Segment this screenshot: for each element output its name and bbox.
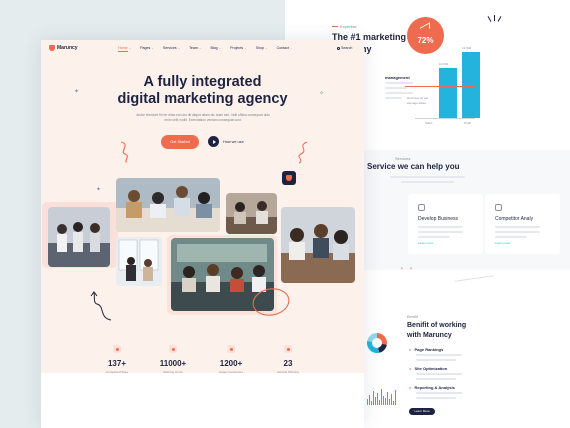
- nav-item-pages[interactable]: Pages⌄: [140, 46, 154, 50]
- front-page-preview: Maruncy Home⌄ Pages⌄ Services⌄ Team⌄ Blo…: [41, 40, 364, 428]
- hero-title: A fully integrated digital marketing age…: [117, 74, 288, 107]
- team-photo-laptop: [226, 193, 277, 234]
- watch-video-button[interactable]: How we use: [208, 136, 244, 147]
- stat-value: 1200+: [219, 359, 243, 368]
- bar-value-1: 10,000: [439, 62, 449, 66]
- team-photo-discussion: [281, 207, 355, 283]
- sparkle-icon: ✦: [96, 187, 102, 193]
- team-photo-office: [48, 207, 110, 267]
- benefit-crumb: Benifit: [407, 314, 419, 319]
- stat-completed-sites: 137+ Completed Sites: [87, 345, 147, 374]
- logo[interactable]: Maruncy: [49, 45, 78, 51]
- stat-value: 23: [283, 359, 293, 368]
- bar-profit: [462, 52, 480, 118]
- service-card-title: Develop Business: [418, 216, 459, 222]
- benefit-item: Page Rankings: [409, 347, 479, 364]
- chevron-down-icon: ⌄: [151, 46, 154, 50]
- nav-item-contact[interactable]: Contact⌄: [277, 46, 293, 50]
- top-nav: Maruncy Home⌄ Pages⌄ Services⌄ Team⌄ Blo…: [41, 40, 364, 56]
- stat-working-hours: 11000+ Working Hours: [143, 345, 203, 374]
- logo-mark-icon: [49, 45, 55, 51]
- management-label: management: [385, 75, 410, 80]
- benefit-item: Site Optimization: [409, 366, 479, 383]
- learn-more-link[interactable]: Learn more: [418, 241, 433, 245]
- stat-label: Working Hours: [163, 370, 183, 374]
- chevron-down-icon: ⌄: [198, 46, 202, 50]
- circle-scribble-icon: [252, 288, 290, 316]
- services-title: Service we can help you: [367, 162, 460, 171]
- revenue-bar-chart: 10,000 12,540: [415, 44, 480, 118]
- stat-value: 137+: [107, 359, 127, 368]
- carousel-dots[interactable]: • •: [401, 266, 415, 272]
- benefit-item-title: Site Optimization: [409, 366, 479, 371]
- chart-threshold-line: [405, 86, 475, 87]
- stat-label: Completed Sites: [105, 370, 128, 374]
- stat-label: Awards Winning: [277, 370, 299, 374]
- burst-decoration-icon: [487, 15, 502, 24]
- chevron-down-icon: ⌄: [265, 46, 268, 50]
- stat-value: 11000+: [159, 359, 187, 368]
- chevron-down-icon: ⌄: [289, 46, 293, 50]
- curved-arrow-icon: [90, 291, 112, 321]
- search-button[interactable]: Search: [337, 46, 352, 50]
- chevron-down-icon: ⌄: [177, 46, 181, 50]
- learn-more-link[interactable]: Learn more: [495, 241, 510, 245]
- nav-item-projects[interactable]: Projects⌄: [230, 46, 247, 50]
- service-card[interactable]: Competitor Analy Learn more: [485, 194, 560, 254]
- chart-note: Revenue on our average dates: [407, 96, 429, 105]
- trophy-icon: [284, 345, 292, 353]
- main-menu: Home⌄ Pages⌄ Services⌄ Team⌄ Blog⌄ Proje…: [118, 46, 301, 52]
- hero-description: Andre tincidunt fin ter dicta est ulm di…: [136, 113, 270, 123]
- benefit-item-title: Page Rankings: [409, 347, 479, 352]
- services-subtitle: [390, 176, 465, 186]
- stat-happy-customers: 1200+ Happy Customers: [201, 345, 261, 374]
- benefit-item-title: Reporting & Analysis: [409, 385, 479, 390]
- logo-badge: [282, 171, 296, 185]
- sparkle-icon: ✧: [319, 91, 325, 97]
- clock-icon: [169, 345, 177, 353]
- mini-bar-chart: [367, 385, 396, 405]
- services-crumb: Services: [395, 156, 411, 161]
- deco-lines: [454, 275, 496, 295]
- benefit-item: Reporting & Analysis: [409, 385, 479, 402]
- sparkle-icon: ✦: [74, 89, 80, 95]
- analytics-icon: [495, 204, 502, 211]
- get-started-button[interactable]: Get Started: [161, 135, 199, 149]
- play-icon: [208, 136, 219, 147]
- chevron-down-icon: ⌄: [218, 46, 222, 50]
- bar-sales: [439, 68, 457, 118]
- code-icon: [418, 204, 425, 211]
- squiggle-icon: [120, 141, 128, 163]
- nav-item-services[interactable]: Services⌄: [163, 46, 180, 50]
- service-card[interactable]: Develop Business Learn more: [408, 194, 483, 254]
- benefit-title: Benifit of working with Maruncy: [407, 322, 467, 339]
- donut-chart: [367, 333, 387, 353]
- chart-axis-labels: Sales Profit: [425, 121, 471, 125]
- about-crumb: Expertise: [332, 24, 357, 29]
- service-card-title: Competitor Analy: [495, 216, 534, 222]
- bar-label-profit: Profit: [463, 121, 471, 125]
- logo-text: Maruncy: [57, 45, 78, 51]
- nav-item-shop[interactable]: Shop⌄: [256, 46, 268, 50]
- team-photo-window: [116, 237, 162, 286]
- chevron-down-icon: ⌄: [244, 46, 247, 50]
- nav-item-blog[interactable]: Blog⌄: [210, 46, 221, 50]
- team-photo-meeting: [116, 178, 220, 232]
- briefcase-icon: [113, 345, 121, 353]
- logo-mark-icon: [286, 175, 292, 181]
- stat-label: Happy Customers: [218, 370, 243, 374]
- chart-axis: [415, 118, 475, 119]
- search-icon: [337, 46, 340, 50]
- nav-item-home[interactable]: Home⌄: [118, 46, 132, 52]
- learn-more-button[interactable]: Learn More: [409, 408, 435, 415]
- chevron-down-icon: ⌄: [128, 46, 132, 50]
- stat-awards-winning: 23 Awards Winning: [258, 345, 318, 374]
- nav-item-team[interactable]: Team⌄: [189, 46, 201, 50]
- users-icon: [227, 345, 235, 353]
- squiggle-icon: [298, 141, 308, 164]
- bar-value-2: 12,540: [462, 46, 472, 50]
- bar-label-sales: Sales: [425, 121, 433, 125]
